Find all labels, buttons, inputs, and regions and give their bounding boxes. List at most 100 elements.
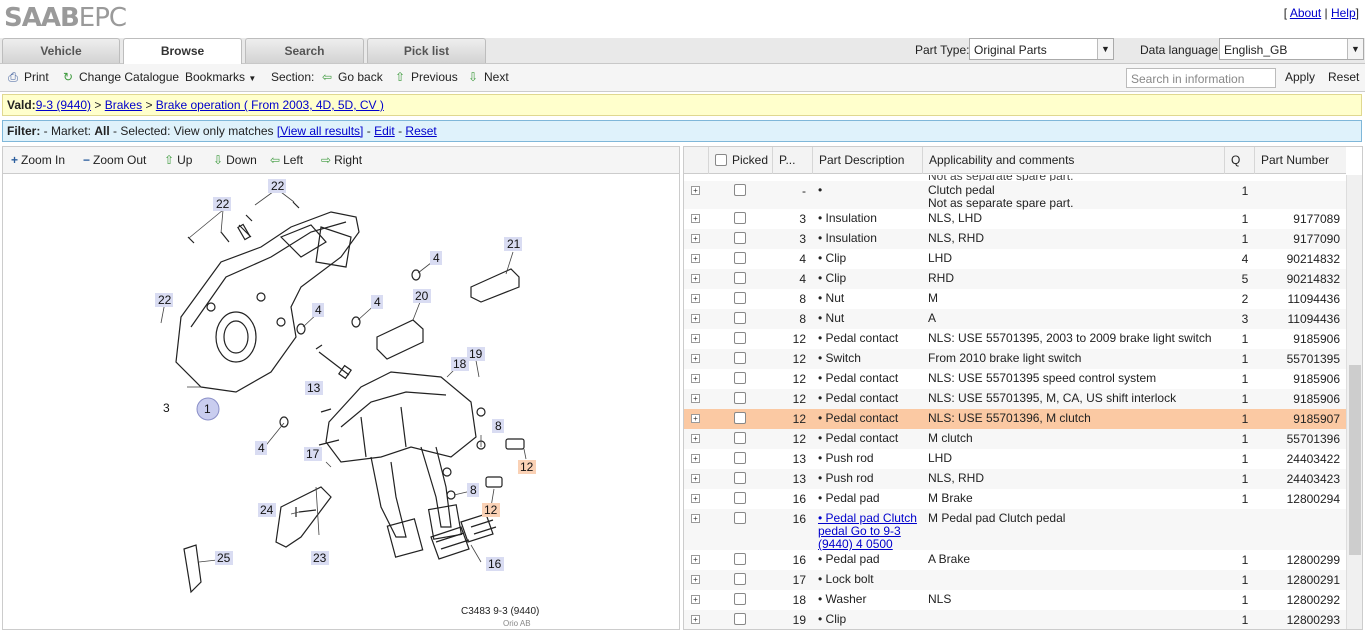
- expand-icon[interactable]: +: [691, 414, 700, 423]
- zoom-in-button[interactable]: + Zoom In: [11, 153, 65, 167]
- part-link[interactable]: • Pedal pad Clutch pedal Go to 9-3 (9440) …: [818, 511, 917, 551]
- table-row[interactable]: +12 • Pedal contact NLS: USE 55701395 spee…: [684, 369, 1346, 389]
- scrollbar-thumb[interactable]: [1349, 365, 1361, 555]
- pan-left-button[interactable]: ⇦ Left: [270, 153, 303, 167]
- table-row[interactable]: +13 • Push rod LHD 1 24403422: [684, 449, 1346, 469]
- reset-button[interactable]: Reset: [1328, 70, 1359, 84]
- expand-icon[interactable]: +: [691, 514, 700, 523]
- table-row[interactable]: +16 • Pedal pad Clutch pedal Go to 9-3 (944…: [684, 509, 1346, 551]
- expand-icon[interactable]: +: [691, 454, 700, 463]
- help-link[interactable]: Help: [1331, 6, 1356, 20]
- table-row[interactable]: +16 • Pedal pad A Brake 1 12800299: [684, 550, 1346, 570]
- table-row[interactable]: +4 • Clip RHD 5 90214832: [684, 269, 1346, 289]
- picked-checkbox[interactable]: [734, 432, 746, 444]
- table-row[interactable]: +4 • Clip LHD 4 90214832: [684, 249, 1346, 269]
- pan-down-button[interactable]: ⇩ Down: [213, 153, 257, 167]
- picked-checkbox[interactable]: [734, 332, 746, 344]
- header-picked[interactable]: Picked: [708, 147, 772, 174]
- expand-icon[interactable]: +: [691, 434, 700, 443]
- table-row[interactable]: +16 • Pedal pad M Brake 1 12800294: [684, 489, 1346, 509]
- expand-icon[interactable]: +: [691, 254, 700, 263]
- picked-checkbox[interactable]: [734, 553, 746, 565]
- picked-checkbox[interactable]: [734, 392, 746, 404]
- picked-checkbox[interactable]: [734, 452, 746, 464]
- expand-icon[interactable]: +: [691, 394, 700, 403]
- expand-icon[interactable]: +: [691, 234, 700, 243]
- table-row[interactable]: +19 • Clip 1 12800293: [684, 610, 1346, 629]
- breadcrumb-brakes[interactable]: Brakes: [105, 98, 142, 112]
- change-catalogue-button[interactable]: ↻ Change Catalogue: [61, 70, 179, 84]
- bookmarks-menu[interactable]: Bookmarks ▼: [185, 70, 256, 84]
- picked-checkbox[interactable]: [734, 312, 746, 324]
- expand-icon[interactable]: +: [691, 615, 700, 624]
- expand-icon[interactable]: +: [691, 314, 700, 323]
- picked-checkbox[interactable]: [734, 573, 746, 585]
- expand-icon[interactable]: +: [691, 186, 700, 195]
- tab-search[interactable]: Search: [245, 38, 364, 63]
- tab-vehicle[interactable]: Vehicle: [2, 38, 120, 63]
- expand-icon[interactable]: +: [691, 294, 700, 303]
- breadcrumb-operation[interactable]: Brake operation ( From 2003, 4D, 5D, CV …: [156, 98, 384, 112]
- table-row[interactable]: +12 • Pedal contact M clutch 1 55701396: [684, 429, 1346, 449]
- expand-icon[interactable]: +: [691, 575, 700, 584]
- picked-checkbox[interactable]: [734, 212, 746, 224]
- picked-checkbox[interactable]: [734, 292, 746, 304]
- about-link[interactable]: About: [1290, 6, 1321, 20]
- picked-checkbox[interactable]: [734, 613, 746, 625]
- expand-icon[interactable]: +: [691, 494, 700, 503]
- expand-icon[interactable]: +: [691, 334, 700, 343]
- expand-icon[interactable]: +: [691, 274, 700, 283]
- header-part-number[interactable]: Part Number: [1254, 147, 1346, 174]
- header-applicability[interactable]: Applicability and comments: [922, 147, 1224, 174]
- table-row[interactable]: +17 • Lock bolt 1 12800291: [684, 570, 1346, 590]
- table-row[interactable]: +12 • Pedal contact NLS: USE 55701395, M, …: [684, 389, 1346, 409]
- print-button[interactable]: ⎙ Print: [6, 70, 49, 85]
- data-language-select[interactable]: English_GB ▼: [1219, 38, 1364, 60]
- table-row[interactable]: +12 • Pedal contact NLS: USE 55701396, M c…: [684, 409, 1346, 429]
- select-all-checkbox[interactable]: [715, 154, 727, 166]
- expand-icon[interactable]: +: [691, 374, 700, 383]
- tab-pick-list[interactable]: Pick list: [367, 38, 486, 63]
- table-row[interactable]: +12 • Switch From 2010 brake light switch 1…: [684, 349, 1346, 369]
- table-row[interactable]: +12 • Pedal contact NLS: USE 55701395, 200…: [684, 329, 1346, 349]
- picked-checkbox[interactable]: [734, 232, 746, 244]
- search-input[interactable]: Search in information: [1126, 68, 1276, 88]
- expand-icon[interactable]: +: [691, 555, 700, 564]
- next-button[interactable]: ⇩ Next: [466, 70, 509, 84]
- table-row[interactable]: +3 • Insulation NLS, RHD 1 9177090: [684, 229, 1346, 249]
- table-row[interactable]: +3 • Insulation NLS, LHD 1 9177089: [684, 209, 1346, 229]
- table-row[interactable]: +8 • Nut A 3 11094436: [684, 309, 1346, 329]
- pan-up-button[interactable]: ⇧ Up: [164, 153, 192, 167]
- expand-icon[interactable]: +: [691, 354, 700, 363]
- expand-icon[interactable]: +: [691, 474, 700, 483]
- header-part-description[interactable]: Part Description: [812, 147, 922, 174]
- table-scrollbar[interactable]: [1346, 175, 1362, 629]
- picked-checkbox[interactable]: [734, 412, 746, 424]
- picked-checkbox[interactable]: [734, 252, 746, 264]
- pan-right-button[interactable]: ⇨ Right: [321, 153, 362, 167]
- table-row[interactable]: +8 • Nut M 2 11094436: [684, 289, 1346, 309]
- picked-checkbox[interactable]: [734, 352, 746, 364]
- expand-icon[interactable]: +: [691, 214, 700, 223]
- tab-browse[interactable]: Browse: [123, 38, 242, 64]
- header-quantity[interactable]: Q: [1224, 147, 1254, 174]
- picked-checkbox[interactable]: [734, 272, 746, 284]
- apply-button[interactable]: Apply: [1285, 70, 1315, 84]
- picked-checkbox[interactable]: [734, 593, 746, 605]
- table-row[interactable]: +18 • Washer NLS 1 12800292: [684, 590, 1346, 610]
- picked-checkbox[interactable]: [734, 184, 746, 196]
- breadcrumb-model[interactable]: 9-3 (9440): [36, 98, 91, 112]
- previous-button[interactable]: ⇧ Previous: [393, 70, 458, 84]
- go-back-button[interactable]: ⇦ Go back: [320, 70, 383, 84]
- view-all-results-link[interactable]: [View all results]: [277, 124, 363, 138]
- picked-checkbox[interactable]: [734, 512, 746, 524]
- picked-checkbox[interactable]: [734, 372, 746, 384]
- table-row[interactable]: +13 • Push rod NLS, RHD 1 24403423: [684, 469, 1346, 489]
- zoom-out-button[interactable]: − Zoom Out: [83, 153, 146, 167]
- part-type-select[interactable]: Original Parts ▼: [969, 38, 1114, 60]
- parts-diagram[interactable]: 22 22 22 21 4 20 4 4 18 19 13 3 1 4 8 12…: [151, 177, 539, 629]
- expand-icon[interactable]: +: [691, 595, 700, 604]
- picked-checkbox[interactable]: [734, 492, 746, 504]
- filter-edit-link[interactable]: Edit: [374, 124, 395, 138]
- table-row[interactable]: + - • Clutch pedal Not as separate spare par…: [684, 181, 1346, 210]
